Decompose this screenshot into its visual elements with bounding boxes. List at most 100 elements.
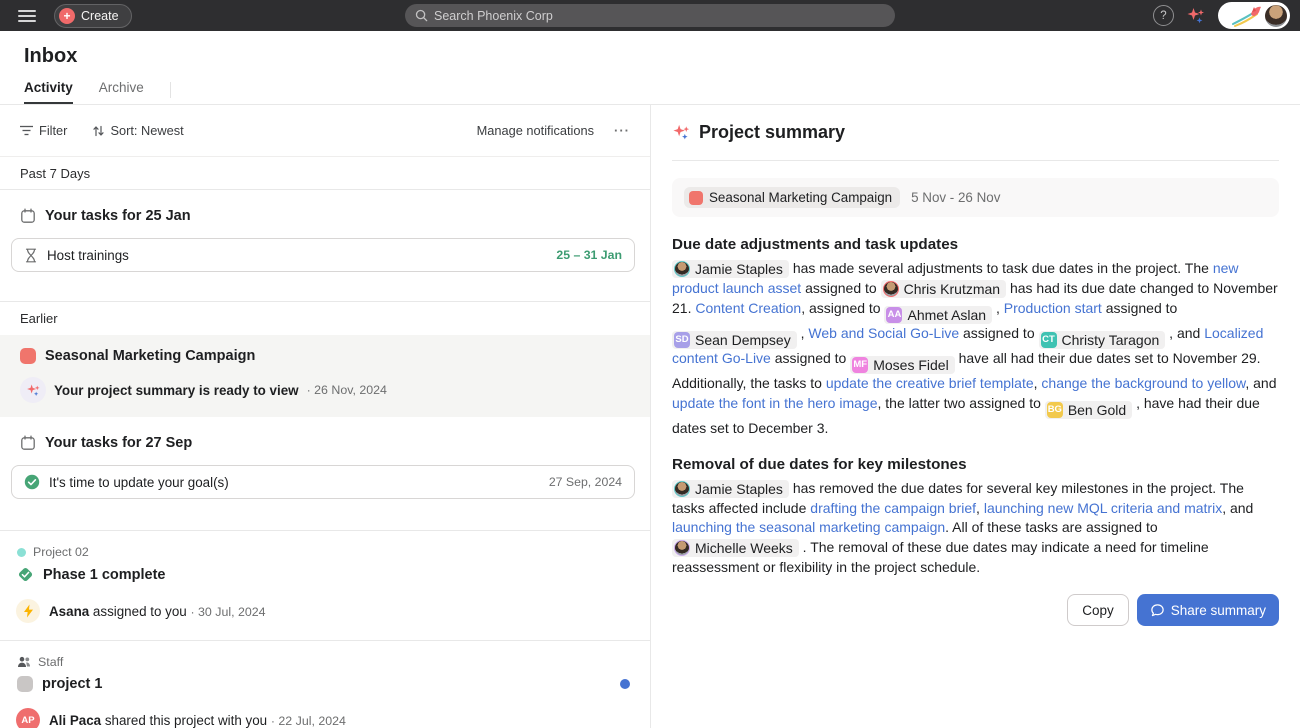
asana-assigned-row[interactable]: Asana assigned to you · 30 Jul, 2024 <box>0 583 650 640</box>
unread-indicator-dot <box>620 679 630 689</box>
project-1-title: project 1 <box>42 676 102 692</box>
user-avatar <box>883 281 899 297</box>
staff-label-row: Staff <box>0 641 650 669</box>
activity-text: Ali Paca shared this project with you · … <box>49 713 346 728</box>
project-name: Seasonal Marketing Campaign <box>45 348 255 364</box>
project-banner: Seasonal Marketing Campaign 5 Nov - 26 N… <box>672 178 1279 217</box>
tasks-27-sep-title: Your tasks for 27 Sep <box>45 435 192 451</box>
project-1-row[interactable]: project 1 <box>0 669 650 692</box>
staff-label: Staff <box>38 655 63 669</box>
tab-activity[interactable]: Activity <box>24 80 73 104</box>
task-link[interactable]: Content Creation <box>695 300 801 316</box>
task-link[interactable]: launching new MQL criteria and matrix <box>984 500 1222 516</box>
project-02-label-row: Project 02 <box>0 531 650 559</box>
user-chip[interactable]: BG Ben Gold <box>1045 401 1132 419</box>
user-name: Christy Taragon <box>1062 332 1160 348</box>
task-title: Host trainings <box>47 248 129 263</box>
user-chip[interactable]: Jamie Staples <box>672 260 789 278</box>
tasks-25-jan-header: Your tasks for 25 Jan <box>0 190 650 224</box>
team-icon <box>17 656 31 668</box>
project-icon <box>20 348 36 364</box>
user-avatar <box>674 540 690 556</box>
section-past-7-days: Past 7 Days <box>0 157 650 190</box>
copy-button[interactable]: Copy <box>1067 594 1129 626</box>
ai-sparkle-icon <box>672 123 691 142</box>
user-avatar <box>1265 5 1287 27</box>
sort-label: Sort: Newest <box>110 123 183 138</box>
notification-project-summary[interactable]: Seasonal Marketing Campaign Your project… <box>0 335 650 417</box>
task-date: 27 Sep, 2024 <box>549 475 622 489</box>
plus-icon: + <box>59 8 75 24</box>
user-avatar: MF <box>852 357 868 373</box>
user-chip[interactable]: Michelle Weeks <box>672 539 799 557</box>
tab-separator <box>170 82 171 98</box>
milestone-check-icon <box>17 566 34 583</box>
task-link[interactable]: launching the seasonal marketing campaig… <box>672 519 945 535</box>
task-link[interactable]: Web and Social Go-Live <box>808 325 959 341</box>
task-link[interactable]: update the creative brief template <box>826 375 1034 391</box>
task-card-update-goals[interactable]: It's time to update your goal(s) 27 Sep,… <box>11 465 635 499</box>
project-color-dot <box>17 548 26 557</box>
activity-date: · 30 Jul, 2024 <box>190 605 265 619</box>
filter-label: Filter <box>39 123 67 138</box>
task-title: It's time to update your goal(s) <box>49 475 229 490</box>
user-name: Ben Gold <box>1068 402 1126 418</box>
filter-button[interactable]: Filter <box>20 123 67 138</box>
project-summary-panel: Project summary Seasonal Marketing Campa… <box>651 105 1300 728</box>
calendar-icon <box>20 435 36 451</box>
summary-paragraph: Jamie Staples has made several adjustmen… <box>672 259 1279 439</box>
activity-note: assigned to you <box>89 604 187 619</box>
hamburger-menu-icon[interactable] <box>10 0 44 31</box>
milestone-title: Phase 1 complete <box>43 567 166 583</box>
search-input[interactable] <box>434 9 885 23</box>
task-link[interactable]: drafting the campaign brief <box>810 500 976 516</box>
group-tasks-25-jan: Your tasks for 25 Jan Host trainings 25 … <box>0 190 650 302</box>
sort-button[interactable]: Sort: Newest <box>93 123 183 138</box>
lightning-bolt-icon <box>16 599 40 623</box>
share-summary-button[interactable]: Share summary <box>1137 594 1279 626</box>
task-link[interactable]: Production start <box>1004 300 1102 316</box>
manage-notifications-link[interactable]: Manage notifications <box>477 123 594 138</box>
page-title: Inbox <box>24 45 1276 68</box>
create-button[interactable]: + Create <box>54 4 132 28</box>
user-avatar: CT <box>1041 332 1057 348</box>
search-icon <box>415 9 428 22</box>
project-chip-label: Seasonal Marketing Campaign <box>709 190 892 205</box>
user-avatar: BG <box>1047 402 1063 418</box>
tab-archive[interactable]: Archive <box>99 80 144 104</box>
top-bar: + Create ? <box>0 0 1300 31</box>
search-bar[interactable] <box>405 4 895 27</box>
task-date-range: 25 – 31 Jan <box>556 248 622 262</box>
user-chip[interactable]: MF Moses Fidel <box>850 356 954 374</box>
phase-1-complete-row[interactable]: Phase 1 complete <box>0 559 650 583</box>
chat-bubble-icon <box>1150 603 1165 618</box>
summary-actions: Copy Share summary <box>672 594 1279 626</box>
user-name: Moses Fidel <box>873 357 948 373</box>
activity-date: · 22 Jul, 2024 <box>271 714 346 728</box>
task-link[interactable]: update the font in the hero image <box>672 395 877 411</box>
task-link[interactable]: change the background to yellow <box>1041 375 1245 391</box>
ai-sparkle-icon[interactable] <box>1186 6 1206 26</box>
user-chip[interactable]: SDSean Dempsey <box>672 331 797 349</box>
help-icon[interactable]: ? <box>1153 5 1174 26</box>
project-icon <box>689 191 703 205</box>
user-name: Jamie Staples <box>695 261 783 277</box>
user-menu[interactable] <box>1218 2 1290 29</box>
user-name: Jamie Staples <box>695 481 783 497</box>
user-chip[interactable]: AAAhmet Aslan <box>884 306 992 324</box>
hourglass-icon <box>24 248 38 263</box>
activity-text: Asana assigned to you · 30 Jul, 2024 <box>49 604 266 619</box>
user-name: Sean Dempsey <box>695 332 791 348</box>
shared-project-row[interactable]: AP Ali Paca shared this project with you… <box>0 692 650 728</box>
activity-note: shared this project with you <box>101 713 267 728</box>
project-chip[interactable]: Seasonal Marketing Campaign <box>684 187 900 208</box>
user-name: Ahmet Aslan <box>907 307 986 323</box>
user-chip[interactable]: CT Christy Taragon <box>1039 331 1166 349</box>
user-chip[interactable]: Jamie Staples <box>672 480 789 498</box>
user-name: Michelle Weeks <box>695 540 793 556</box>
user-chip[interactable]: Chris Krutzman <box>881 280 1006 298</box>
inbox-list: Filter Sort: Newest Manage notifications… <box>0 105 651 728</box>
task-card-host-trainings[interactable]: Host trainings 25 – 31 Jan <box>11 238 635 272</box>
more-options-icon[interactable]: ··· <box>614 123 630 138</box>
group-project-02: Project 02 Phase 1 complete Asana assign… <box>0 531 650 641</box>
